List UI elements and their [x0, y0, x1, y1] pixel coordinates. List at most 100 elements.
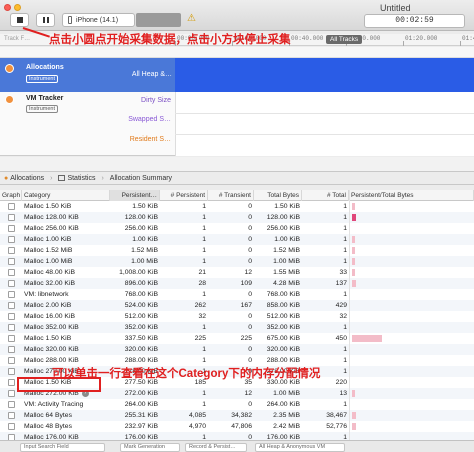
table-row[interactable]: VM: libnetwork 768.00 KiB 1 0 768.00 KiB 1 — [0, 289, 474, 300]
cell-total-bytes: 4.28 MiB — [273, 280, 300, 287]
device-selector[interactable]: iPhone (14.1) — [62, 13, 135, 27]
cell-persistent-bytes: 1,008.00 KiB — [119, 269, 158, 276]
row-graph-checkbox[interactable] — [8, 412, 15, 419]
category-label: Malloc 48 Bytes — [24, 423, 72, 430]
heap-filter-selector[interactable]: All Heap & Anonymous VM — [255, 443, 345, 452]
cell-num-total: 1 — [343, 346, 347, 353]
allocations-track[interactable]: Allocations Instrument All Heap &… — [0, 58, 474, 92]
row-graph-checkbox[interactable] — [8, 302, 15, 309]
row-graph-checkbox[interactable] — [8, 423, 15, 430]
cell-num-persistent: 1 — [202, 434, 206, 440]
cell-persistent-bytes: 176.00 KiB — [124, 434, 158, 440]
allocation-table[interactable]: Malloc 1.50 KiB 1.50 KiB 1 0 1.50 KiB 1 Malloc… — [0, 201, 474, 440]
table-row[interactable]: Malloc 32.00 KiB 896.00 KiB 28 109 4.28 MiB 1… — [0, 278, 474, 289]
cell-persistent-bytes: 264.00 KiB — [124, 401, 158, 408]
cell-num-persistent: 1 — [202, 324, 206, 331]
mark-generation-button[interactable]: Mark Generation — [120, 443, 180, 452]
cell-num-total: 52,776 — [326, 423, 347, 430]
row-graph-checkbox[interactable] — [8, 401, 15, 408]
table-row[interactable]: Malloc 48.00 KiB 1,008.00 KiB 21 12 1.55 MiB… — [0, 267, 474, 278]
row-graph-checkbox[interactable] — [8, 269, 15, 276]
col-total-bytes[interactable]: Total Bytes — [254, 190, 302, 201]
cell-persistent-bytes: 320.00 KiB — [124, 346, 158, 353]
pause-button[interactable] — [36, 13, 55, 27]
col-num-persistent[interactable]: # Persistent — [160, 190, 208, 201]
allocations-track-graph[interactable] — [175, 58, 474, 92]
warning-icon[interactable]: ⚠ — [187, 13, 196, 24]
row-graph-checkbox[interactable] — [8, 335, 15, 342]
col-num-transient[interactable]: # Transient — [208, 190, 254, 201]
table-row[interactable]: Malloc 320.00 KiB 320.00 KiB 1 0 320.00 KiB 1 — [0, 344, 474, 355]
cell-persistent-bytes: 512.00 KiB — [124, 313, 158, 320]
row-graph-checkbox[interactable] — [8, 280, 15, 287]
cell-num-persistent: 1 — [202, 401, 206, 408]
device-label: iPhone (14.1) — [76, 16, 119, 24]
row-graph-checkbox[interactable] — [8, 390, 15, 397]
row-graph-checkbox[interactable] — [8, 368, 15, 375]
vm-tracker-graph[interactable] — [175, 92, 474, 156]
category-label: Malloc 48.00 KiB — [24, 269, 76, 276]
grid-icon — [58, 175, 66, 181]
row-graph-checkbox[interactable] — [8, 357, 15, 364]
row-graph-checkbox[interactable] — [8, 236, 15, 243]
minimize-window-button[interactable] — [14, 4, 21, 11]
cell-num-persistent: 225 — [194, 335, 206, 342]
col-graph[interactable]: Graph — [0, 190, 22, 201]
col-category[interactable]: Category — [22, 190, 110, 201]
table-row[interactable]: Malloc 256.00 KiB 256.00 KiB 1 0 256.00 KiB 1 — [0, 223, 474, 234]
track-header-strip — [0, 47, 474, 58]
cell-total-bytes: 176.00 KiB — [266, 434, 300, 440]
input-search-field[interactable]: Input Search Field — [20, 443, 105, 452]
cell-num-transient: 0 — [248, 258, 252, 265]
table-row[interactable]: Malloc 1.52 MiB 1.52 MiB 1 0 1.52 MiB 1 — [0, 245, 474, 256]
col-persistent-total-bytes[interactable]: Persistent/Total Bytes — [349, 190, 474, 201]
row-graph-checkbox[interactable] — [8, 379, 15, 386]
table-row[interactable]: Malloc 1.50 KiB 337.50 KiB 225 225 675.00 Ki… — [0, 333, 474, 344]
row-graph-checkbox[interactable] — [8, 258, 15, 265]
cell-num-persistent: 21 — [198, 269, 206, 276]
vm-tracker-track[interactable]: VM Tracker Instrument Dirty Size Swapped… — [0, 92, 474, 156]
cell-num-total: 429 — [335, 302, 347, 309]
annotation-row-hint: 可以单击一行查看在这个Category下的内存分配情况 — [52, 368, 321, 380]
row-graph-checkbox[interactable] — [8, 324, 15, 331]
row-graph-checkbox[interactable] — [8, 291, 15, 298]
table-row[interactable]: Malloc 1.50 KiB 1.50 KiB 1 0 1.50 KiB 1 — [0, 201, 474, 212]
process-selector-redacted[interactable] — [136, 13, 181, 27]
record-persist-selector[interactable]: Record & Persist… — [185, 443, 247, 452]
bottom-filter-bar: Input Search Field Mark Generation Recor… — [0, 440, 474, 452]
cell-total-bytes: 768.00 KiB — [266, 291, 300, 298]
track-filter-input[interactable]: Track F… — [4, 36, 30, 42]
stop-record-button[interactable] — [10, 13, 29, 27]
close-window-button[interactable] — [4, 4, 11, 11]
row-graph-checkbox[interactable] — [8, 346, 15, 353]
vm-swapped-size-label[interactable]: Swapped S… — [115, 116, 171, 123]
table-row[interactable]: Malloc 64 Bytes 255.31 KiB 4,085 34,382 2.35… — [0, 410, 474, 421]
table-row[interactable]: Malloc 2.00 KiB 524.00 KiB 262 167 858.00 Ki… — [0, 300, 474, 311]
cell-num-transient: 167 — [240, 302, 252, 309]
table-row[interactable]: Malloc 1.00 MiB 1.00 MiB 1 0 1.00 MiB 1 — [0, 256, 474, 267]
table-row[interactable]: Malloc 16.00 KiB 512.00 KiB 32 0 512.00 KiB 3… — [0, 311, 474, 322]
nav-allocations[interactable]: ● Allocations — [0, 172, 48, 185]
allocations-track-mode[interactable]: All Heap &… — [120, 71, 172, 78]
col-num-total[interactable]: # Total — [302, 190, 349, 201]
all-tracks-toggle[interactable]: All Tracks — [326, 35, 363, 44]
vm-dirty-size-label[interactable]: Dirty Size — [115, 97, 171, 104]
row-graph-checkbox[interactable] — [8, 203, 15, 210]
row-graph-checkbox[interactable] — [8, 214, 15, 221]
table-row[interactable]: Malloc 1.00 KiB 1.00 KiB 1 0 1.00 KiB 1 — [0, 234, 474, 245]
nav-statistics[interactable]: Statistics — [54, 172, 99, 185]
nav-allocation-summary[interactable]: Allocation Summary — [106, 172, 176, 185]
track-empty-area — [0, 157, 474, 172]
row-graph-checkbox[interactable] — [8, 247, 15, 254]
cell-num-transient: 0 — [248, 214, 252, 221]
vm-resident-size-label[interactable]: Resident S… — [115, 136, 171, 143]
table-row[interactable]: Malloc 176.00 KiB 176.00 KiB 1 0 176.00 KiB 1 — [0, 432, 474, 440]
table-row[interactable]: VM: Activity Tracing 264.00 KiB 1 0 264.00 K… — [0, 399, 474, 410]
table-row[interactable]: Malloc 128.00 KiB 128.00 KiB 1 0 128.00 KiB 1 — [0, 212, 474, 223]
table-row[interactable]: Malloc 48 Bytes 232.97 KiB 4,970 47,806 2.42… — [0, 421, 474, 432]
table-row[interactable]: Malloc 352.00 KiB 352.00 KiB 1 0 352.00 KiB 1 — [0, 322, 474, 333]
row-graph-checkbox[interactable] — [8, 225, 15, 232]
col-persistent-bytes[interactable]: Persistent… — [110, 190, 160, 201]
row-graph-checkbox[interactable] — [8, 313, 15, 320]
cell-num-total: 137 — [335, 280, 347, 287]
